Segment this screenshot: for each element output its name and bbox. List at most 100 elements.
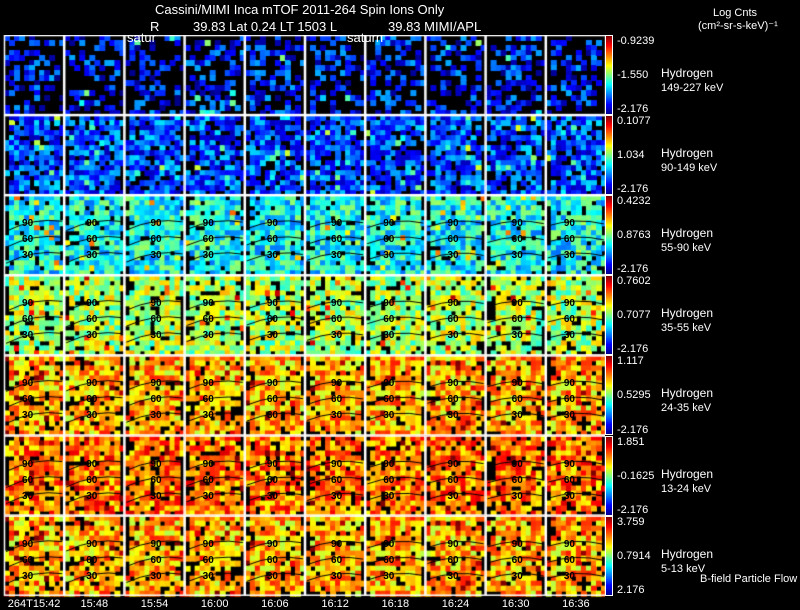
contour-label: 90 xyxy=(511,218,523,230)
colorbar-max-label: 0.7602 xyxy=(617,275,651,288)
contour-label: 90 xyxy=(266,378,278,390)
contour-label: 90 xyxy=(86,218,98,230)
contour-label: 30 xyxy=(563,490,575,502)
time-tick-label: 16:24 xyxy=(441,598,470,610)
contour-label: 30 xyxy=(511,410,523,422)
contour-label: 60 xyxy=(447,234,459,246)
contour-label: 30 xyxy=(383,570,395,582)
contour-label: 60 xyxy=(331,234,343,246)
colorbar-max-label: 1.117 xyxy=(617,355,644,368)
contour-label: 30 xyxy=(266,490,278,502)
contour-label: 90 xyxy=(331,458,343,470)
contour-label: 60 xyxy=(447,394,459,406)
contour-label: 30 xyxy=(202,570,214,582)
contour-label: 60 xyxy=(563,474,575,486)
contour-label: 60 xyxy=(563,234,575,246)
contour-label: 30 xyxy=(22,250,34,262)
contour-label: 60 xyxy=(86,554,98,566)
contour-label: 90 xyxy=(266,298,278,310)
contour-label: 60 xyxy=(86,474,98,486)
footer-note: B-field Particle Flow xyxy=(700,573,798,585)
energy-range-label: 13-24 keV xyxy=(661,482,712,495)
contour-label: 60 xyxy=(150,314,162,326)
species-label: Hydrogen xyxy=(661,546,714,561)
contour-label: 60 xyxy=(150,394,162,406)
contour-label: 60 xyxy=(331,394,343,406)
contour-label: 30 xyxy=(447,410,459,422)
contour-label: 30 xyxy=(22,570,34,582)
energy-range-label: 149-227 keV xyxy=(661,82,724,94)
contour-label: 30 xyxy=(563,330,575,342)
contour-label: 60 xyxy=(86,314,98,326)
time-tick-label: 15:54 xyxy=(140,598,169,610)
contour-label: 30 xyxy=(266,570,278,582)
contour-label: 30 xyxy=(86,250,98,262)
colorbar xyxy=(605,515,613,596)
contour-label: 30 xyxy=(331,330,343,342)
colorbar-mid-label: 1.034 xyxy=(617,149,645,162)
contour-label: 60 xyxy=(202,234,214,246)
contour-label: 60 xyxy=(383,314,395,326)
contour-label: 60 xyxy=(150,554,162,566)
contour-label: 30 xyxy=(86,330,98,342)
colorbar xyxy=(605,115,613,196)
contour-label: 30 xyxy=(86,570,98,582)
contour-label: 60 xyxy=(202,554,214,566)
contour-label: 90 xyxy=(202,538,214,550)
contour-label: 90 xyxy=(331,378,343,390)
contour-label: 30 xyxy=(511,570,523,582)
colorbar-mid-label: 0.7914 xyxy=(617,549,651,562)
contour-label: 90 xyxy=(331,298,343,310)
contour-label: 60 xyxy=(202,474,214,486)
contour-label: 90 xyxy=(447,378,459,390)
time-tick-label: 16:12 xyxy=(321,598,349,610)
contour-label: 60 xyxy=(331,474,343,486)
contour-label: 30 xyxy=(22,490,34,502)
contour-label: 30 xyxy=(383,490,395,502)
contour-label: 60 xyxy=(447,474,459,486)
colorbar-min-label: -2.176 xyxy=(617,263,649,276)
colorbar-max-label: 1.851 xyxy=(617,435,645,448)
contour-label: 60 xyxy=(511,554,523,566)
contour-label: 60 xyxy=(266,234,278,246)
contour-label: 60 xyxy=(383,554,395,566)
contour-label: 60 xyxy=(563,394,575,406)
species-label: Hydrogen xyxy=(661,306,714,321)
contour-label: 90 xyxy=(150,218,162,230)
colorbar-mid-label: -0.1625 xyxy=(617,469,655,482)
contour-label: 90 xyxy=(22,458,34,470)
contour-label: 30 xyxy=(511,330,523,342)
contour-label: 90 xyxy=(563,218,575,230)
contour-label: 60 xyxy=(447,554,459,566)
contour-label: 90 xyxy=(511,298,523,310)
energy-range-label: 5-13 keV xyxy=(661,562,706,575)
contour-label: 30 xyxy=(86,410,98,422)
contour-label: 90 xyxy=(511,378,523,390)
contour-label: 90 xyxy=(150,458,162,470)
contour-label: 60 xyxy=(266,394,278,406)
contour-label: 60 xyxy=(266,554,278,566)
contour-label: 30 xyxy=(383,330,395,342)
contour-label: 30 xyxy=(563,410,575,422)
contour-label: 90 xyxy=(202,218,214,230)
contour-label: 90 xyxy=(383,458,395,470)
position-info: 39.83 Lat 0.24 LT 1503 L xyxy=(193,19,338,34)
contour-label: 90 xyxy=(331,218,343,230)
contour-label: 30 xyxy=(22,410,34,422)
colorbar-min-label: -2.176 xyxy=(617,183,649,196)
contour-label: 30 xyxy=(331,250,343,262)
contour-label: 90 xyxy=(511,458,523,470)
contour-label: 60 xyxy=(511,234,523,246)
species-label: Hydrogen xyxy=(661,466,714,481)
colorbar-max-label: -0.9239 xyxy=(617,35,655,47)
species-label: Hydrogen xyxy=(661,386,714,401)
contour-label: 90 xyxy=(266,458,278,470)
contour-label: 90 xyxy=(86,458,98,470)
contour-label: 90 xyxy=(150,298,162,310)
time-tick-label: 16:30 xyxy=(501,598,530,610)
contour-label: 60 xyxy=(86,234,98,246)
colorbar-mid-label: 0.5295 xyxy=(617,389,651,402)
contour-label: 60 xyxy=(22,234,34,246)
contour-label: 90 xyxy=(511,538,523,550)
contour-label: 30 xyxy=(331,570,343,582)
